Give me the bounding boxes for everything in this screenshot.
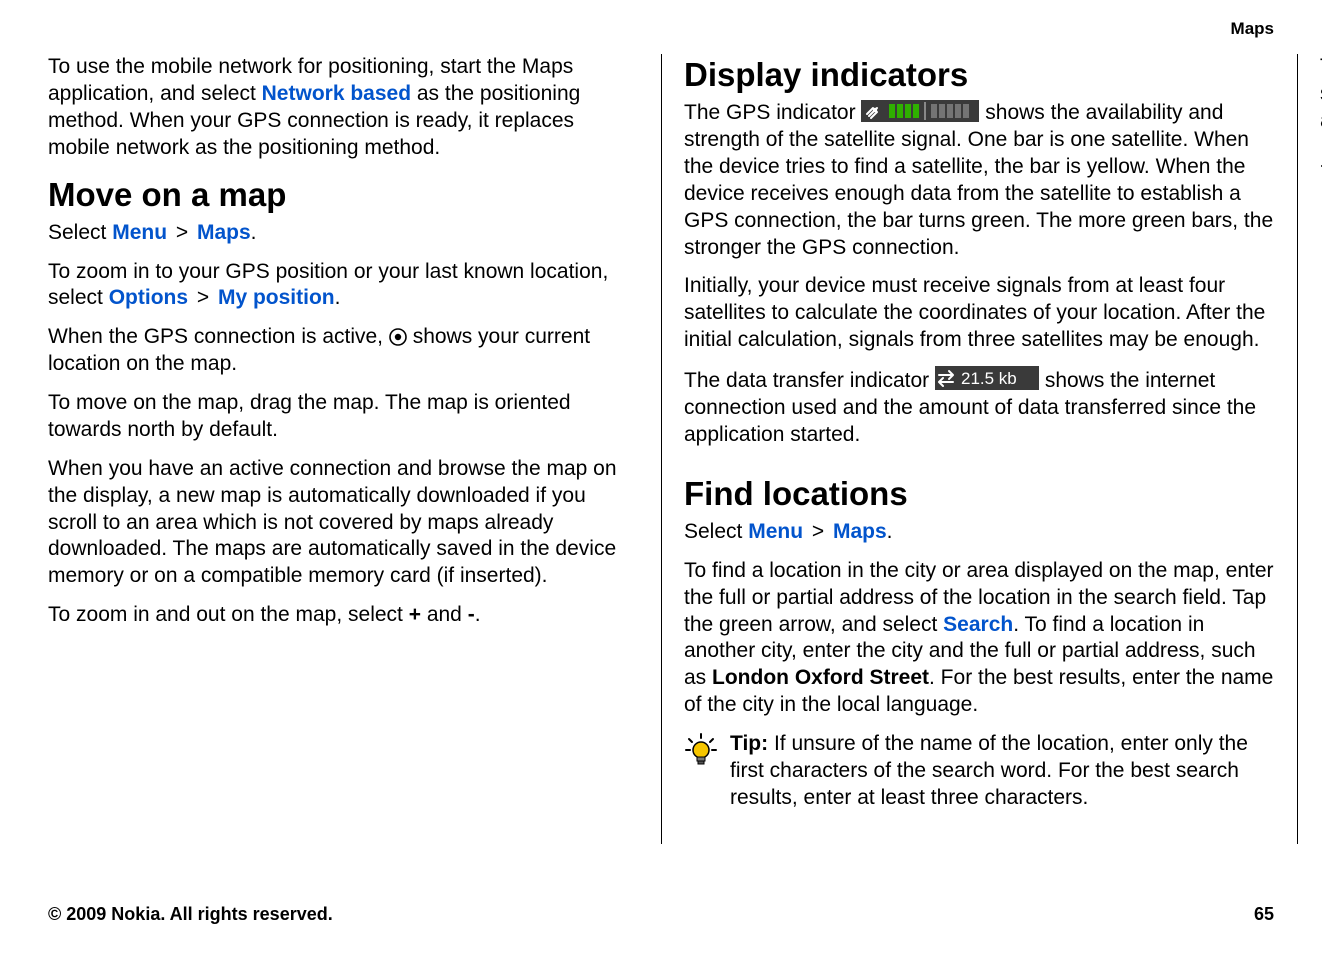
heading-find-locations: Find locations [684,473,1274,515]
select-menu-maps: Select Menu > Maps. [48,220,638,247]
data-transfer-paragraph: The data transfer indicator 21.5 kb show… [684,366,1274,449]
gps-indicator-paragraph: The GPS indicator [684,100,1274,261]
my-position-keyword: My position [218,286,335,309]
text: Select [48,221,112,244]
text: and [421,603,468,626]
page-number: 65 [1254,903,1274,926]
select-menu-maps-2: Select Menu > Maps. [684,519,1274,546]
options-keyword: Options [109,286,188,309]
zoom-plus-minus: To zoom in and out on the map, select + … [48,602,638,629]
maps-keyword: Maps [197,221,251,244]
tip-label: Tip: [730,732,768,755]
zoom-to-position: To zoom in to your GPS position or your … [48,259,638,313]
section-label: Maps [1231,18,1274,40]
menu-keyword: Menu [112,221,167,244]
gps-active-paragraph: When the GPS connection is active, shows… [48,324,638,378]
london-example: London Oxford Street [712,666,929,689]
text: shows the availability and strength of t… [684,101,1273,258]
text: . [475,603,481,626]
data-transfer-indicator-icon: 21.5 kb [935,366,1039,390]
satellite-paragraph: Initially, your device must receive sign… [684,273,1274,354]
text: The data transfer indicator [684,369,935,392]
text: Select [684,520,748,543]
text: When the GPS connection is active, [48,325,389,348]
heading-move-on-a-map: Move on a map [48,174,638,216]
breadcrumb-separator: > [803,519,833,546]
search-keyword: Search [943,613,1013,636]
intro-paragraph: To use the mobile network for positionin… [48,54,638,162]
breadcrumb-separator: > [167,220,197,247]
text: . [251,221,257,244]
gps-signal-indicator-icon [861,100,979,122]
heading-display-indicators: Display indicators [684,54,1274,96]
plus-key: + [409,603,421,626]
text: . [335,286,341,309]
download-paragraph: When you have an active connection and b… [48,456,638,590]
tip-text: Tip: If unsure of the name of the locati… [730,731,1274,812]
location-dot-icon [389,328,407,346]
maps-keyword: Maps [833,520,887,543]
network-based-keyword: Network based [262,82,411,105]
menu-keyword: Menu [748,520,803,543]
find-location-paragraph: To find a location in the city or area d… [684,558,1274,719]
tip-block-1: Tip: If unsure of the name of the locati… [684,731,1274,812]
text: To zoom in and out on the map, select [48,603,409,626]
drag-paragraph: To move on the map, drag the map. The ma… [48,390,638,444]
svg-text:21.5 kb: 21.5 kb [961,369,1017,388]
copyright-text: © 2009 Nokia. All rights reserved. [48,903,333,926]
minus-key: - [468,603,475,626]
text: The GPS indicator [684,101,861,124]
tip-lightbulb-icon [684,731,718,812]
text: . [887,520,893,543]
breadcrumb-separator: > [188,285,218,312]
text: If unsure of the name of the location, e… [730,732,1248,809]
